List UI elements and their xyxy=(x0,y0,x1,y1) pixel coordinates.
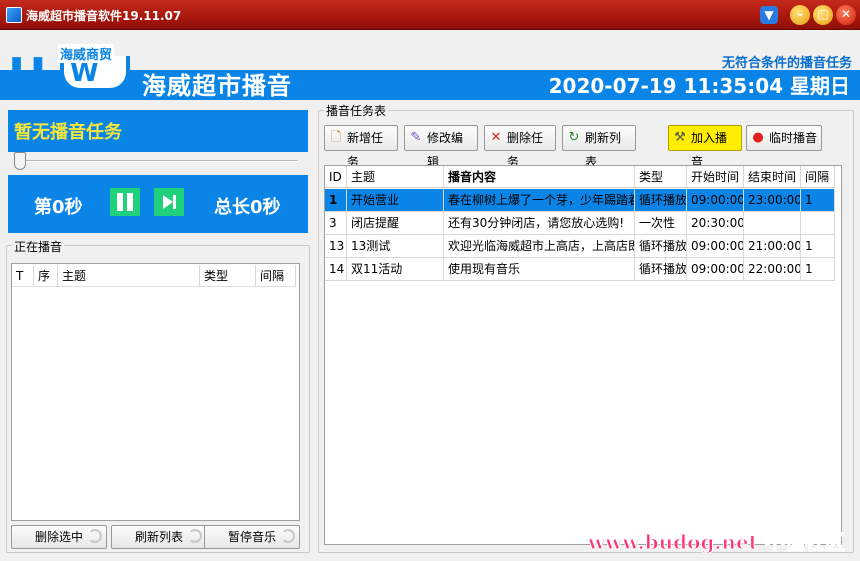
cell-interval: 1 xyxy=(801,189,835,212)
progress-thumb[interactable] xyxy=(14,152,26,170)
col-header-seq[interactable]: 序 xyxy=(34,265,58,287)
col-header-type[interactable]: 类型 xyxy=(200,265,256,287)
cell-id: 13 xyxy=(325,235,347,258)
title-bar: 海威超市播音软件19.11.07 ▼ – □ ✕ xyxy=(0,0,860,30)
cell-type: 循环播放 xyxy=(635,258,687,281)
th-content[interactable]: 播音内容 xyxy=(444,166,635,188)
cell-start: 09:00:00 xyxy=(687,258,744,281)
edit-task-button[interactable]: ✎ 修改编辑 xyxy=(404,125,478,169)
cell-content: 春在柳树上爆了一个芽，少年踢踏着 xyxy=(444,189,635,212)
logo-h-icon: H xyxy=(8,48,46,102)
cell-end: 23:00:00 xyxy=(744,189,801,212)
cell-end: 22:00:00 xyxy=(744,258,801,281)
table-row[interactable]: 13 13测试 欢迎光临海威超市上高店，上高店即 循环播放 09:00:00 2… xyxy=(325,235,835,258)
minimize-button[interactable]: – xyxy=(790,5,810,25)
cell-type: 循环播放 xyxy=(635,189,687,212)
cell-type: 一次性 xyxy=(635,212,687,235)
refresh-tasks-button[interactable]: ↻ 刷新列表 xyxy=(562,125,636,169)
temp-broadcast-button[interactable]: ● 临时播音 xyxy=(746,125,822,151)
table-row[interactable]: 14 双11活动 使用现有音乐 循环播放 09:00:00 22:00:00 1 xyxy=(325,258,835,281)
cell-start: 20:30:00 xyxy=(687,212,744,235)
close-button[interactable]: ✕ xyxy=(836,5,856,25)
cell-id: 3 xyxy=(325,212,347,235)
playing-list[interactable]: T 序 主题 类型 间隔 xyxy=(11,263,300,521)
cell-topic: 闭店提醒 xyxy=(347,212,444,235)
cell-end: 21:00:00 xyxy=(744,235,801,258)
add-task-button[interactable]: 🗋 新增任务 xyxy=(324,125,398,169)
refresh-playing-label: 刷新列表 xyxy=(134,530,183,544)
temp-broadcast-label: 临时播音 xyxy=(769,131,818,145)
cell-interval xyxy=(801,212,835,235)
cell-start: 09:00:00 xyxy=(687,235,744,258)
cell-content: 使用现有音乐 xyxy=(444,258,635,281)
cell-interval: 1 xyxy=(801,258,835,281)
logo-text: 海威商贸 xyxy=(58,44,115,63)
pause-button[interactable] xyxy=(110,188,140,216)
col-header-interval[interactable]: 间隔 xyxy=(256,265,296,287)
status-note: 无符合条件的播音任务 xyxy=(721,56,852,71)
cell-id: 14 xyxy=(325,258,347,281)
app-icon xyxy=(6,7,22,23)
edit-icon: ✎ xyxy=(410,130,422,145)
cell-type: 循环播放 xyxy=(635,235,687,258)
playing-group-label: 正在播音 xyxy=(12,238,65,255)
delete-task-button[interactable]: ✕ 删除任务 xyxy=(484,125,556,169)
th-interval[interactable]: 间隔 xyxy=(801,166,835,188)
cell-content: 还有30分钟闭店，请您放心选购! xyxy=(444,212,635,235)
progress-track[interactable] xyxy=(16,160,298,162)
th-end[interactable]: 结束时间 xyxy=(744,166,801,188)
logo: H W 海威商贸 xyxy=(8,40,138,100)
pause-music-button[interactable]: 暂停音乐 xyxy=(204,525,300,549)
player-status: 暂无播音任务 xyxy=(14,122,122,143)
table-row[interactable]: 1 开始营业 春在柳树上爆了一个芽，少年踢踏着 循环播放 09:00:00 23… xyxy=(325,189,835,212)
cell-content: 欢迎光临海威超市上高店，上高店即 xyxy=(444,235,635,258)
tools-icon: ⚒ xyxy=(674,130,686,145)
delete-selected-button[interactable]: 删除选中 xyxy=(11,525,107,549)
cell-topic: 13测试 xyxy=(347,235,444,258)
maximize-button[interactable]: □ xyxy=(813,5,833,25)
skin-icon[interactable]: ▼ xyxy=(760,6,778,24)
tasks-group-label: 播音任务表 xyxy=(324,102,389,119)
table-row[interactable]: 3 闭店提醒 还有30分钟闭店，请您放心选购! 一次性 20:30:00 xyxy=(325,212,835,235)
cell-topic: 双11活动 xyxy=(347,258,444,281)
player-status-box: 暂无播音任务 xyxy=(8,110,308,152)
cell-topic: 开始营业 xyxy=(347,189,444,212)
player-controls: 第0秒 总长0秒 xyxy=(8,175,308,233)
th-topic[interactable]: 主题 xyxy=(347,166,444,188)
refresh-icon: ↻ xyxy=(568,130,580,145)
clock: 2020-07-19 11:35:04 星期日 xyxy=(548,74,850,98)
col-header-topic[interactable]: 主题 xyxy=(58,265,200,287)
window-title: 海威超市播音软件19.11.07 xyxy=(26,9,182,23)
total-time: 总长0秒 xyxy=(214,197,281,218)
record-icon: ● xyxy=(752,130,764,145)
cell-interval: 1 xyxy=(801,235,835,258)
th-type[interactable]: 类型 xyxy=(635,166,687,188)
elapsed-time: 第0秒 xyxy=(34,197,83,218)
add-to-broadcast-button[interactable]: ⚒ 加入播音 xyxy=(668,125,742,169)
th-id[interactable]: ID xyxy=(325,166,347,188)
watermark: www.budog.net 不懂社区 xyxy=(588,530,846,555)
th-start[interactable]: 开始时间 xyxy=(687,166,744,188)
brand-name: 海威超市播音 xyxy=(142,72,292,100)
pause-music-label: 暂停音乐 xyxy=(227,530,276,544)
delete-icon: ✕ xyxy=(490,130,502,145)
new-doc-icon: 🗋 xyxy=(330,130,342,145)
delete-selected-label: 删除选中 xyxy=(34,530,83,544)
cell-id: 1 xyxy=(325,189,347,212)
next-icon xyxy=(163,195,173,209)
task-table[interactable]: ID 主题 播音内容 类型 开始时间 结束时间 间隔 1 开始营业 春在柳树上爆… xyxy=(324,165,842,545)
cell-start: 09:00:00 xyxy=(687,189,744,212)
next-button[interactable] xyxy=(154,188,184,216)
col-header-t[interactable]: T xyxy=(12,265,34,287)
cell-end xyxy=(744,212,801,235)
refresh-playing-button[interactable]: 刷新列表 xyxy=(111,525,207,549)
